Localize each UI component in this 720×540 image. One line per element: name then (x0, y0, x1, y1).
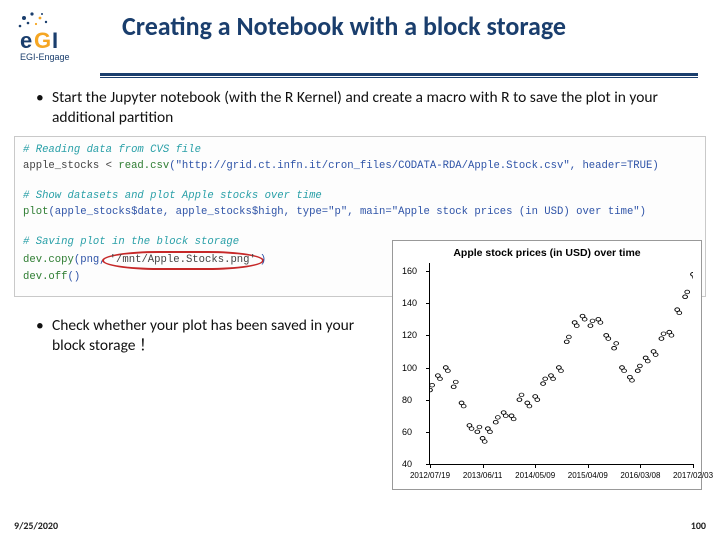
svg-text:G: G (34, 28, 51, 53)
y-tick-label: 140 (402, 298, 417, 308)
code-line: dev.off() (23, 271, 80, 283)
bullet-2: Check whether your plot has been saved i… (36, 316, 366, 356)
logo-sub: EGI-Engage (20, 52, 70, 62)
code-comment: # Reading data from CVS file (23, 144, 201, 156)
y-tick-label: 40 (402, 459, 412, 469)
x-tick-label: 2014/05/09 (515, 471, 555, 480)
egi-logo: e G I EGI-Engage (12, 8, 94, 69)
x-tick-label: 2012/07/19 (410, 471, 450, 480)
code-comment: # Saving plot in the block storage (23, 236, 239, 248)
chart-plot-area (430, 263, 693, 464)
code-line: apple_stocks < read.csv("http://grid.ct.… (23, 160, 659, 172)
slide-title: Creating a Notebook with a block storage (122, 12, 566, 42)
highlighted-path: '/mnt/Apple.Stocks.png' (102, 251, 264, 270)
chart: Apple stock prices (in USD) over time 40… (392, 240, 702, 490)
chart-title: Apple stock prices (in USD) over time (393, 241, 701, 259)
y-tick-label: 100 (402, 363, 417, 373)
footer-page: 100 (691, 519, 706, 532)
x-tick-label: 2013/06/11 (463, 471, 502, 480)
footer-date: 9/25/2020 (14, 519, 58, 532)
code-comment: # Show datasets and plot Apple stocks ov… (23, 190, 322, 202)
svg-text:I: I (52, 28, 58, 53)
bullet-1: Start the Jupyter notebook (with the R K… (36, 88, 690, 128)
logo-text: e (20, 28, 32, 53)
code-line: dev.copy(png,'/mnt/Apple.Stocks.png') (23, 254, 266, 266)
y-tick-label: 120 (402, 330, 417, 340)
x-tick-label: 2016/03/08 (620, 471, 660, 480)
y-tick-label: 80 (402, 395, 412, 405)
y-tick-label: 160 (402, 266, 417, 276)
y-tick-label: 60 (402, 427, 412, 437)
code-line: plot(apple_stocks$date, apple_stocks$hig… (23, 206, 646, 218)
x-tick-label: 2015/04/09 (568, 471, 608, 480)
x-tick-label: 2017/02/03 (673, 471, 713, 480)
chart-axes: 4060801001201401602012/07/192013/06/1120… (429, 263, 693, 465)
